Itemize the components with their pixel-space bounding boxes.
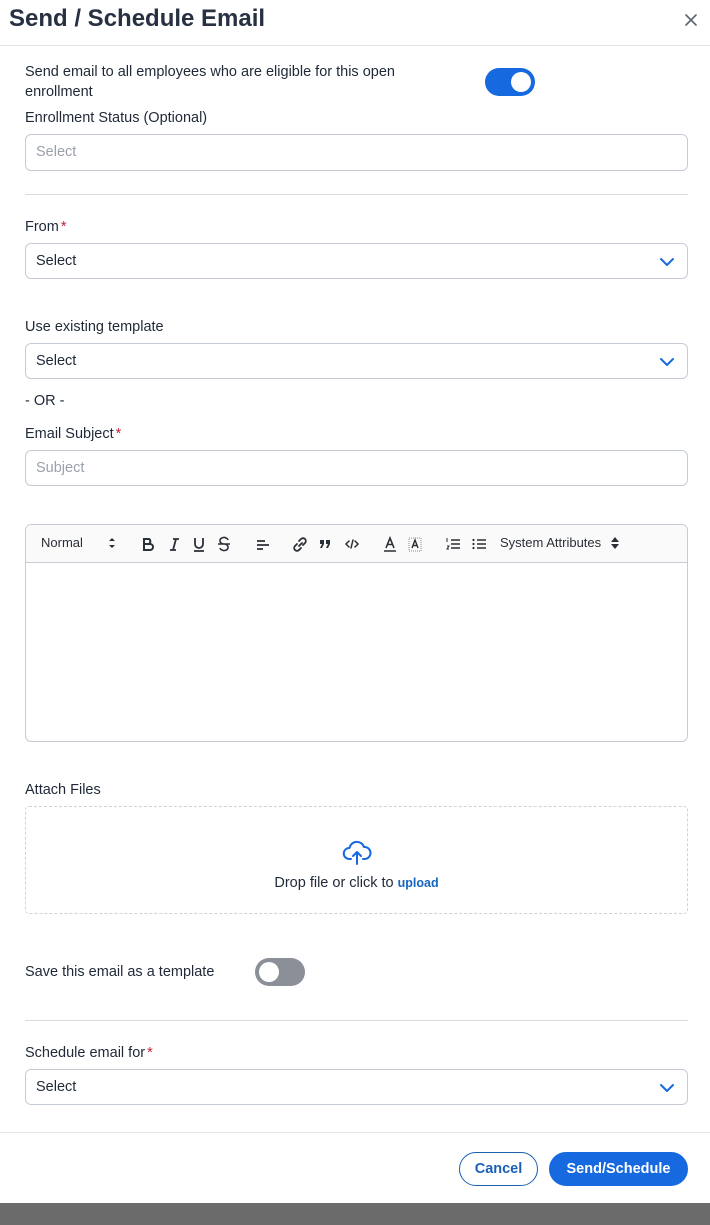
save-template-toggle[interactable] — [255, 958, 305, 986]
from-label-text: From — [25, 219, 59, 235]
schedule-select[interactable]: Select — [25, 1069, 688, 1105]
toggle-knob — [511, 72, 531, 92]
code-icon[interactable] — [344, 535, 360, 553]
close-icon[interactable] — [680, 9, 702, 31]
cloud-upload-icon — [342, 839, 372, 867]
attach-files-label: Attach Files — [25, 782, 101, 798]
from-select[interactable]: Select — [25, 243, 688, 279]
chevron-down-icon — [659, 1080, 675, 1096]
or-separator: - OR - — [25, 393, 65, 409]
system-attributes-label: System Attributes — [500, 535, 602, 550]
template-select[interactable]: Select — [25, 343, 688, 379]
schedule-select-value: Select — [36, 1079, 77, 1095]
modal-footer: Cancel Send/Schedule — [0, 1132, 710, 1203]
blockquote-icon[interactable] — [318, 535, 332, 553]
drop-file-prompt: Drop file or click to — [274, 875, 394, 891]
system-attributes-select[interactable]: System Attributes — [500, 535, 601, 553]
required-mark: * — [60, 219, 67, 235]
file-dropzone[interactable]: Drop file or click to upload — [25, 806, 688, 914]
toggle-knob — [259, 962, 279, 982]
required-mark: * — [147, 1045, 153, 1061]
chevron-down-icon — [659, 354, 675, 370]
format-select-value: Normal — [41, 535, 83, 550]
chevron-down-icon — [659, 254, 675, 270]
schedule-label: Schedule email for * — [25, 1045, 153, 1061]
drop-file-text: Drop file or click to upload — [26, 875, 687, 891]
send-schedule-email-modal: Send / Schedule Email Send email to all … — [0, 0, 710, 1203]
schedule-label-text: Schedule email for — [25, 1045, 146, 1061]
email-body-textarea[interactable] — [26, 563, 687, 741]
ordered-list-icon[interactable] — [445, 535, 461, 553]
from-label: From * — [25, 219, 67, 235]
system-attributes-arrows-icon — [610, 536, 620, 554]
bullet-list-icon[interactable] — [471, 535, 487, 553]
strikethrough-icon[interactable] — [217, 535, 231, 553]
section-divider — [25, 1020, 688, 1021]
send-schedule-button[interactable]: Send/Schedule — [549, 1152, 688, 1186]
bold-icon[interactable] — [141, 535, 155, 553]
email-subject-label: Email Subject * — [25, 426, 121, 442]
from-select-value: Select — [36, 253, 77, 269]
modal-title: Send / Schedule Email — [9, 5, 266, 32]
format-select[interactable]: Normal — [41, 535, 83, 553]
editor-toolbar: Normal System Attributes — [26, 525, 687, 563]
email-subject-placeholder: Subject — [36, 460, 85, 476]
eligible-toggle-label: Send email to all employees who are elig… — [25, 62, 395, 102]
background-color-icon[interactable] — [408, 535, 422, 553]
underline-icon[interactable] — [192, 535, 206, 553]
italic-icon[interactable] — [167, 535, 181, 553]
cancel-button[interactable]: Cancel — [459, 1152, 538, 1186]
required-mark: * — [115, 426, 122, 442]
eligible-toggle-label-line2: enrollment — [25, 84, 93, 100]
format-select-arrows-icon — [108, 536, 116, 554]
enrollment-status-placeholder: Select — [36, 144, 77, 160]
template-select-value: Select — [36, 353, 77, 369]
email-subject-label-text: Email Subject — [25, 426, 114, 442]
email-subject-input[interactable]: Subject — [25, 450, 688, 486]
section-divider — [25, 194, 688, 195]
align-icon[interactable] — [255, 535, 271, 553]
save-template-label: Save this email as a template — [25, 964, 215, 980]
enrollment-status-label: Enrollment Status (Optional) — [25, 110, 208, 126]
template-label: Use existing template — [25, 319, 164, 335]
modal-header: Send / Schedule Email — [0, 0, 710, 46]
link-icon[interactable] — [292, 535, 308, 553]
eligible-employees-toggle[interactable] — [485, 68, 535, 96]
enrollment-status-select[interactable]: Select — [25, 134, 688, 171]
text-color-icon[interactable] — [383, 535, 397, 553]
upload-link[interactable]: upload — [398, 876, 439, 890]
eligible-toggle-label-line1: Send email to all employees who are elig… — [25, 64, 395, 80]
email-body-editor: Normal System Attributes — [25, 524, 688, 742]
